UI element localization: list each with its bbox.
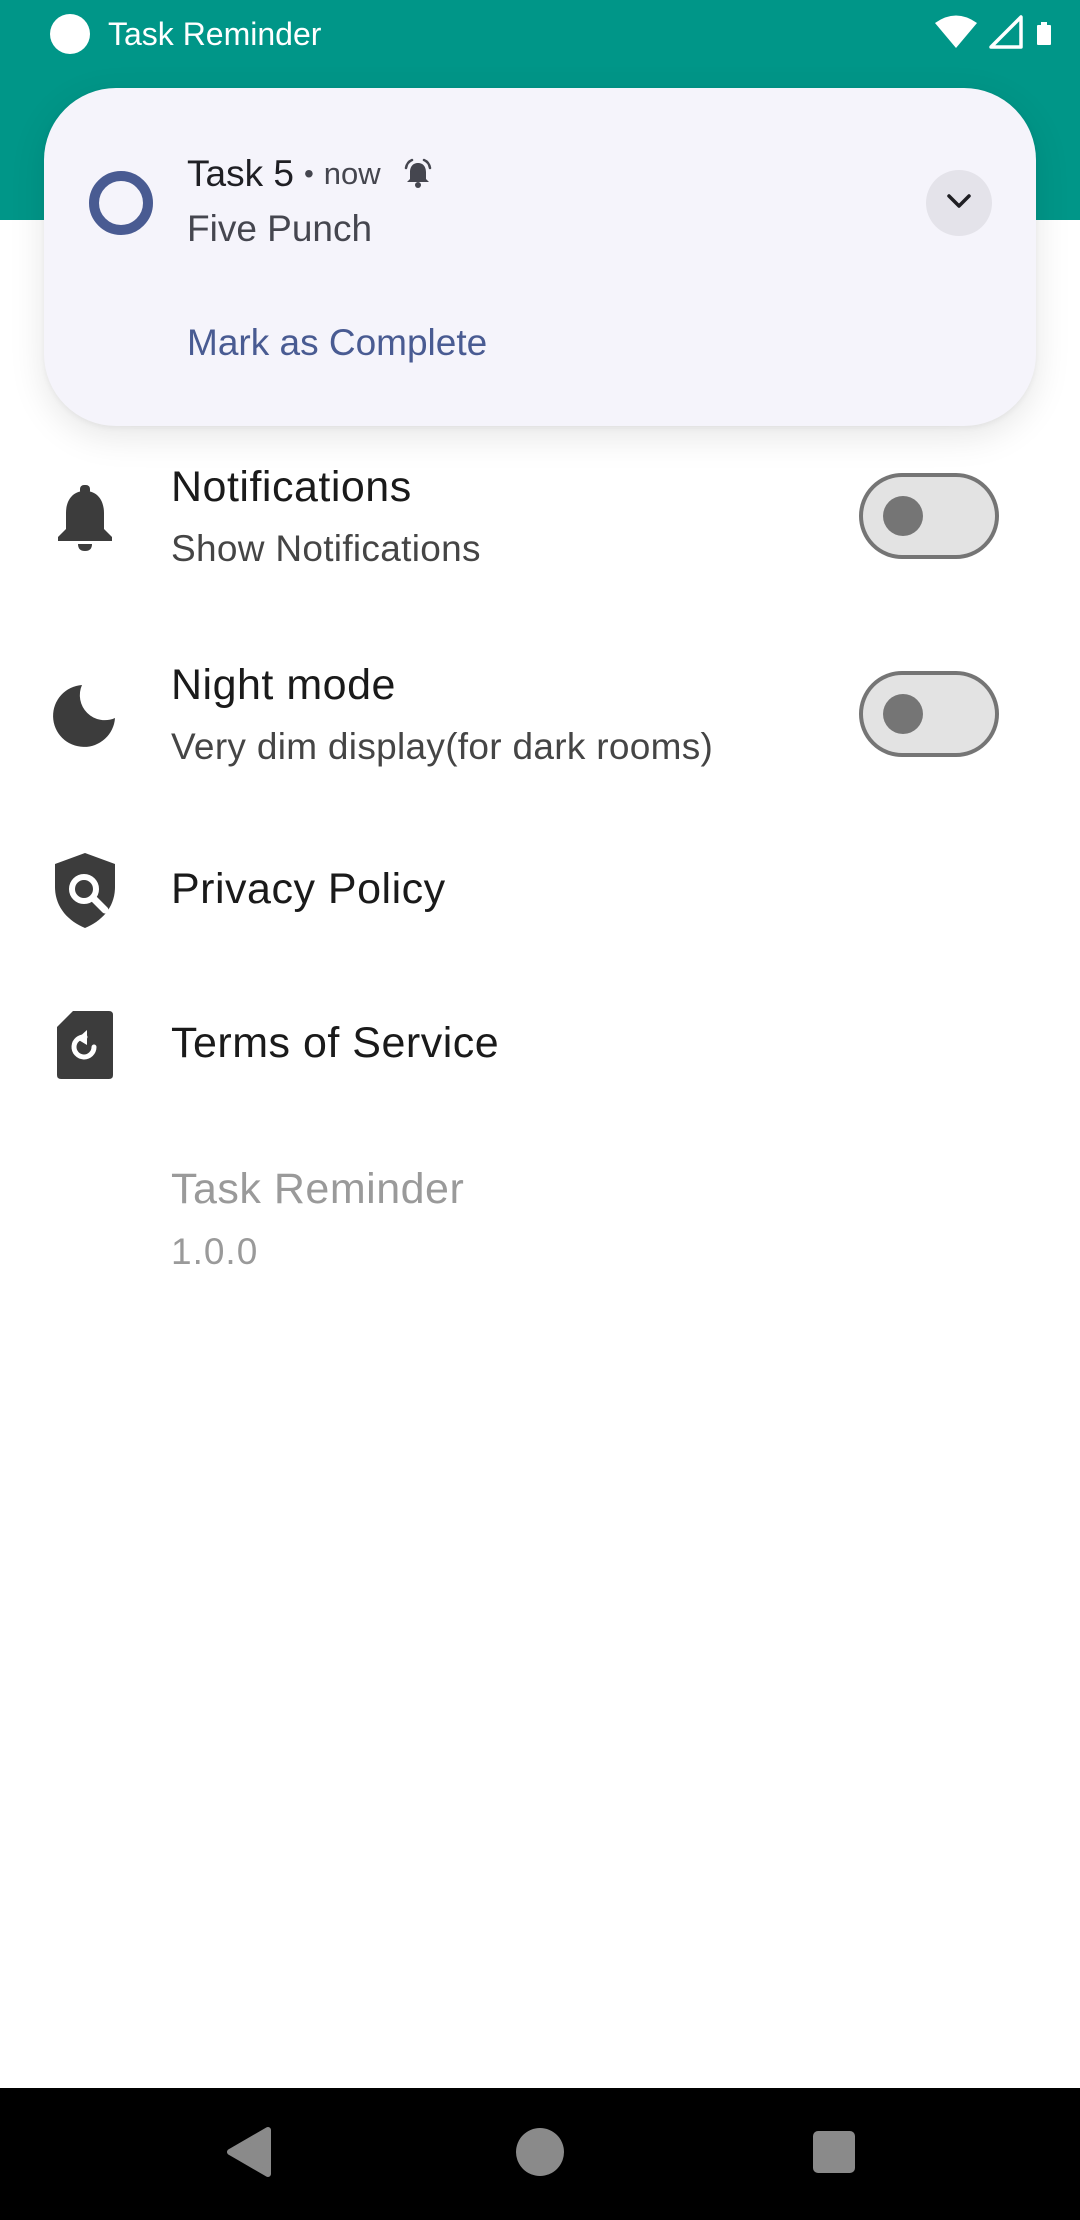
night-mode-title: Night mode bbox=[171, 661, 396, 709]
terms-of-service-title[interactable]: Terms of Service bbox=[171, 1016, 499, 1070]
notification-card[interactable]: Task 5 • now Five Punch Mark as Complete bbox=[44, 88, 1036, 426]
notification-separator: • bbox=[303, 158, 314, 189]
notifications-subtitle: Show Notifications bbox=[171, 528, 481, 569]
back-icon bbox=[224, 2126, 272, 2183]
home-icon bbox=[515, 2127, 565, 2182]
expand-button[interactable] bbox=[926, 170, 992, 236]
status-app-name: Task Reminder bbox=[108, 16, 322, 52]
chevron-down-icon bbox=[942, 184, 976, 223]
notifications-title: Notifications bbox=[171, 463, 412, 511]
night-mode-subtitle: Very dim display(for dark rooms) bbox=[171, 726, 714, 767]
document-restore-icon bbox=[50, 1005, 120, 1085]
notification-text: Five Punch bbox=[187, 208, 373, 249]
bell-icon bbox=[50, 477, 120, 557]
navigation-bar bbox=[0, 2088, 1080, 2220]
ring-icon bbox=[88, 170, 154, 236]
alarm-bell-icon bbox=[401, 157, 435, 191]
night-mode-toggle[interactable] bbox=[859, 671, 999, 757]
notification-title: Task 5 bbox=[187, 153, 294, 194]
cell-signal-icon bbox=[988, 14, 1024, 55]
home-button[interactable] bbox=[460, 2088, 620, 2220]
notification-time: now bbox=[323, 156, 381, 191]
notification-header: Task 5 • now bbox=[187, 150, 435, 198]
shield-search-icon bbox=[50, 850, 120, 930]
notifications-toggle-knob bbox=[883, 496, 923, 536]
moon-icon bbox=[50, 675, 120, 755]
notifications-toggle[interactable] bbox=[859, 473, 999, 559]
back-button[interactable] bbox=[168, 2088, 328, 2220]
mark-complete-button[interactable]: Mark as Complete bbox=[187, 318, 487, 368]
about-version: 1.0.0 bbox=[171, 1231, 259, 1272]
wifi-icon bbox=[934, 14, 978, 55]
battery-icon bbox=[1034, 14, 1054, 55]
recents-icon bbox=[812, 2130, 856, 2179]
about-app-name: Task Reminder bbox=[171, 1165, 465, 1213]
status-icons bbox=[934, 14, 1054, 54]
app-dot-icon bbox=[50, 14, 90, 54]
privacy-policy-title[interactable]: Privacy Policy bbox=[171, 862, 446, 916]
status-bar: Task Reminder bbox=[0, 0, 1080, 68]
night-mode-toggle-knob bbox=[883, 694, 923, 734]
recents-button[interactable] bbox=[754, 2088, 914, 2220]
